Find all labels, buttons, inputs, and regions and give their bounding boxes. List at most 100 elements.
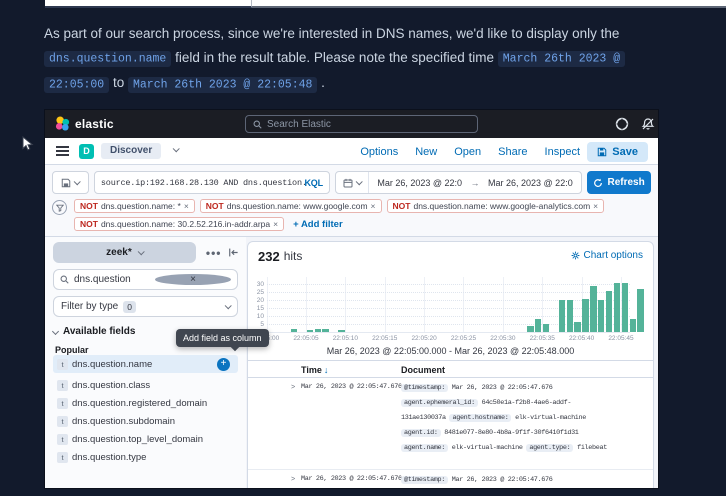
field-name: dns.question.registered_domain bbox=[72, 397, 208, 409]
date-to[interactable]: Mar 26, 2023 @ 22:0 bbox=[480, 178, 582, 188]
refresh-label: Refresh bbox=[607, 177, 645, 188]
histogram-bar[interactable] bbox=[542, 324, 550, 332]
y-axis-tick-label: 20 bbox=[256, 296, 264, 304]
menu-link-open[interactable]: Open bbox=[454, 146, 481, 158]
menu-link-inspect[interactable]: Inspect bbox=[545, 146, 580, 158]
query-language-button[interactable]: KQL bbox=[305, 178, 324, 188]
fields-list: t dns.question.class t dns.question.registe… bbox=[53, 376, 238, 466]
save-button[interactable]: Save bbox=[587, 141, 648, 162]
menu-link-new[interactable]: New bbox=[415, 146, 437, 158]
filter-pill[interactable]: NOT dns.question.name: * × bbox=[74, 199, 195, 213]
x-axis-tick-label: 22:05:20 bbox=[411, 335, 437, 342]
field-name: dns.question.subdomain bbox=[72, 415, 175, 427]
histogram-bar[interactable] bbox=[306, 330, 314, 332]
expand-row-icon[interactable]: > bbox=[291, 384, 295, 392]
histogram-bar[interactable] bbox=[558, 300, 566, 332]
table-row[interactable]: > Mar 26, 2023 @ 22:05:47.676 @timestamp… bbox=[248, 470, 653, 488]
filter-pill[interactable]: NOT dns.question.name: 30.2.52.216.in-add… bbox=[74, 217, 285, 231]
instruction-paragraph: As part of our search process, since we'… bbox=[44, 22, 672, 97]
space-avatar[interactable]: D bbox=[79, 144, 94, 159]
histogram-bar[interactable] bbox=[629, 319, 636, 332]
field-item-dns.question.top_level_domain[interactable]: t dns.question.top_level_domain bbox=[53, 430, 238, 448]
sort-descending-icon[interactable]: ↓ bbox=[324, 365, 329, 375]
documents-table: Time ↓ Document > Mar 26, 2023 @ 22:05:47… bbox=[248, 360, 653, 488]
chevron-down-icon bbox=[137, 248, 145, 256]
breadcrumb-chevron-icon[interactable] bbox=[172, 145, 180, 153]
histogram-bar[interactable] bbox=[535, 319, 542, 332]
refresh-button[interactable]: Refresh bbox=[587, 171, 651, 194]
table-row[interactable]: > Mar 26, 2023 @ 22:05:47.676 @timestamp… bbox=[248, 378, 653, 470]
y-axis-tick-label: 30 bbox=[256, 280, 264, 288]
histogram-bar[interactable] bbox=[637, 289, 644, 332]
histogram-bar[interactable] bbox=[590, 286, 597, 332]
field-item-dns.question.registered_domain[interactable]: t dns.question.registered_domain bbox=[53, 394, 238, 412]
add-field-tooltip-text: Add field as column bbox=[183, 333, 262, 343]
chart-options-label: Chart options bbox=[583, 250, 643, 261]
hits-histogram[interactable]: 22:05:0022:05:0522:05:1022:05:1522:05:20… bbox=[248, 270, 653, 360]
menu-link-options[interactable]: Options bbox=[360, 146, 398, 158]
histogram-bar[interactable] bbox=[598, 300, 605, 332]
field-item-dns.question.subdomain[interactable]: t dns.question.subdomain bbox=[53, 412, 238, 430]
remove-filter-icon[interactable]: × bbox=[593, 201, 598, 211]
chart-time-range-caption: Mar 26, 2023 @ 22:05:00.000 - Mar 26, 20… bbox=[326, 346, 575, 356]
add-field-as-column-button[interactable]: + bbox=[217, 357, 230, 371]
x-axis-tick-label: 22:05:45 bbox=[608, 335, 634, 342]
menu-link-share[interactable]: Share bbox=[498, 146, 527, 158]
filter-by-type-label: Filter by type bbox=[61, 301, 119, 312]
filter-menu-icon[interactable] bbox=[52, 200, 67, 215]
expand-row-icon[interactable]: > bbox=[291, 476, 295, 484]
chart-options-button[interactable]: Chart options bbox=[571, 250, 643, 261]
saved-query-icon bbox=[62, 178, 71, 187]
histogram-bar[interactable] bbox=[527, 325, 534, 332]
field-item-dns.question.name[interactable]: t dns.question.name + bbox=[53, 355, 238, 373]
fields-sidebar: zeek* ••• dns.question × Filter by type … bbox=[45, 237, 246, 488]
remove-filter-icon[interactable]: × bbox=[184, 201, 189, 211]
breadcrumb-discover[interactable]: Discover bbox=[101, 143, 162, 159]
elastic-logo[interactable]: elastic bbox=[55, 116, 114, 131]
query-input[interactable]: source.ip:192.168.28.130 AND dns.questio… bbox=[93, 171, 330, 194]
remove-filter-icon[interactable]: × bbox=[273, 219, 278, 229]
histogram-bar[interactable] bbox=[621, 282, 629, 332]
field-name: dns.question.class bbox=[72, 379, 151, 391]
field-item-dns.question.type[interactable]: t dns.question.type bbox=[53, 448, 238, 466]
field-options-icon[interactable]: ••• bbox=[206, 246, 222, 260]
filter-by-type-dropdown[interactable]: Filter by type 0 bbox=[53, 296, 238, 317]
histogram-bar[interactable] bbox=[582, 298, 589, 332]
date-quick-menu-button[interactable] bbox=[336, 172, 369, 193]
kibana-window: elastic Search Elastic D Discover Option… bbox=[45, 110, 658, 488]
nav-menu-icon[interactable] bbox=[56, 146, 69, 158]
field-type-icon: t bbox=[57, 433, 68, 445]
clear-search-icon[interactable]: × bbox=[155, 274, 231, 285]
help-icon[interactable] bbox=[615, 117, 629, 131]
histogram-bar[interactable] bbox=[314, 328, 321, 332]
field-search-input[interactable]: dns.question × bbox=[53, 269, 238, 290]
filter-pill[interactable]: NOT dns.question.name: www.google-analyti… bbox=[386, 199, 605, 213]
filter-text: dns.question.name: * bbox=[100, 201, 181, 211]
histogram-bar[interactable] bbox=[290, 328, 298, 332]
histogram-bar[interactable] bbox=[574, 322, 581, 332]
column-time[interactable]: Time ↓ bbox=[301, 365, 328, 375]
alerts-icon[interactable] bbox=[641, 117, 655, 131]
histogram-bar[interactable] bbox=[613, 282, 621, 332]
chart-gridline bbox=[266, 300, 630, 302]
field-type-icon: t bbox=[57, 451, 68, 463]
add-filter-button[interactable]: + Add filter bbox=[293, 219, 343, 230]
elastic-logo-icon bbox=[55, 116, 70, 131]
chevron-down-icon bbox=[355, 178, 363, 186]
collapse-sidebar-icon[interactable] bbox=[228, 247, 238, 258]
index-pattern-selector[interactable]: zeek* bbox=[53, 242, 196, 263]
histogram-bar[interactable] bbox=[566, 300, 573, 332]
field-item-dns.question.class[interactable]: t dns.question.class bbox=[53, 376, 238, 394]
global-search-input[interactable]: Search Elastic bbox=[245, 115, 478, 133]
histogram-bar[interactable] bbox=[605, 290, 613, 332]
available-fields-label: Available fields bbox=[63, 326, 136, 337]
saved-query-menu-button[interactable] bbox=[52, 171, 89, 194]
histogram-bar[interactable] bbox=[338, 330, 345, 332]
filter-pill[interactable]: NOT dns.question.name: www.google.com × bbox=[199, 199, 382, 213]
doc-field-chip: agent.id: bbox=[401, 429, 441, 437]
time-column-label: Time bbox=[301, 365, 322, 375]
date-from[interactable]: Mar 26, 2023 @ 22:0 bbox=[369, 178, 471, 188]
remove-filter-icon[interactable]: × bbox=[371, 201, 376, 211]
histogram-bar[interactable] bbox=[322, 328, 329, 332]
row-document: @timestamp: Mar 26, 2023 @ 22:05:47.676 … bbox=[401, 384, 607, 452]
